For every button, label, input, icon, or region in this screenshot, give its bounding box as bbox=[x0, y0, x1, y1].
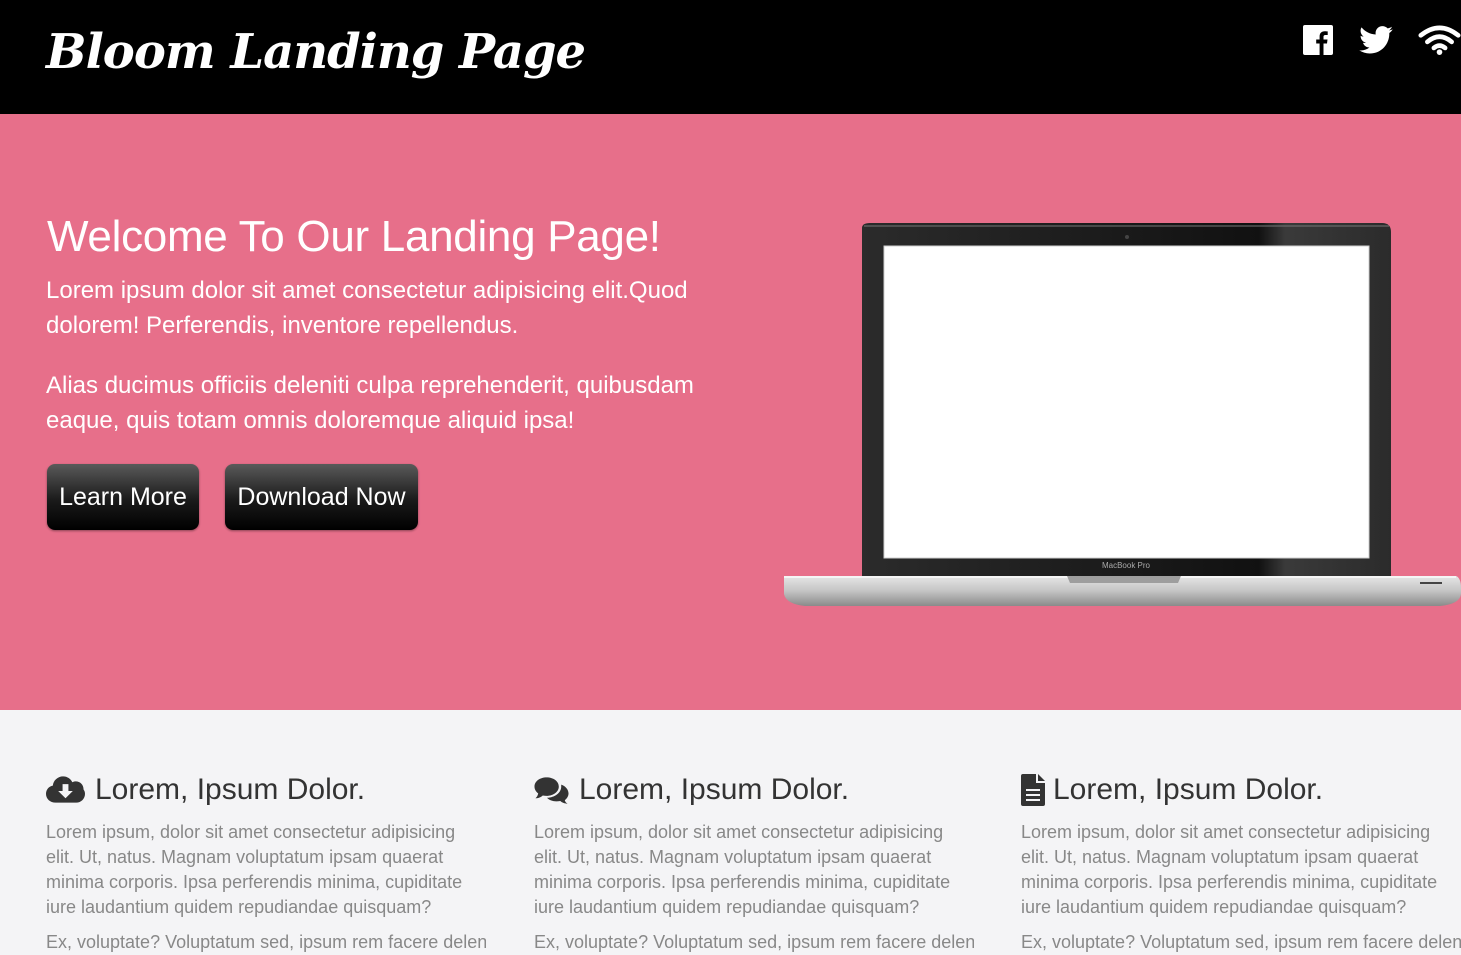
laptop-image: MacBook Pro bbox=[780, 220, 1461, 617]
feature-description: Lorem ipsum, dolor sit amet consectetur … bbox=[46, 822, 463, 917]
comments-icon bbox=[534, 776, 569, 804]
learn-more-button[interactable]: Learn More bbox=[47, 464, 199, 530]
hero-section: Welcome To Our Landing Page! Lorem ipsum… bbox=[0, 114, 1461, 710]
hero-paragraph-1: Lorem ipsum dolor sit amet consectetur a… bbox=[46, 277, 688, 339]
feature-title: Lorem, Ipsum Dolor. bbox=[579, 773, 850, 806]
feature-description: Lorem ipsum, dolor sit amet consectetur … bbox=[534, 822, 951, 917]
facebook-icon[interactable] bbox=[1302, 24, 1334, 56]
feature-card-1: Lorem, Ipsum Dolor. Lorem ipsum, dolor s… bbox=[46, 772, 486, 955]
wifi-icon[interactable] bbox=[1418, 24, 1461, 56]
feature-description: Lorem ipsum, dolor sit amet consectetur … bbox=[1021, 822, 1438, 917]
cloud-download-icon bbox=[46, 776, 85, 804]
feature-description-more: Ex, voluptate? Voluptatum sed, ipsum rem… bbox=[534, 932, 974, 952]
logo[interactable]: Bloom Landing Page bbox=[46, 24, 586, 80]
site-header: Bloom Landing Page bbox=[0, 0, 1461, 114]
feature-card-2: Lorem, Ipsum Dolor. Lorem ipsum, dolor s… bbox=[534, 772, 974, 955]
download-now-button[interactable]: Download Now bbox=[225, 464, 418, 530]
hero-paragraph-2: Alias ducimus officiis deleniti culpa re… bbox=[46, 372, 694, 434]
features-section: Lorem, Ipsum Dolor. Lorem ipsum, dolor s… bbox=[0, 710, 1461, 952]
feature-title: Lorem, Ipsum Dolor. bbox=[95, 773, 366, 806]
feature-description-more: Ex, voluptate? Voluptatum sed, ipsum rem… bbox=[1021, 932, 1461, 952]
hero-title: Welcome To Our Landing Page! bbox=[47, 212, 661, 261]
file-text-icon bbox=[1021, 774, 1045, 806]
laptop-screen bbox=[883, 245, 1370, 559]
laptop-caption: MacBook Pro bbox=[1102, 561, 1151, 570]
feature-card-3: Lorem, Ipsum Dolor. Lorem ipsum, dolor s… bbox=[1021, 772, 1461, 955]
twitter-icon[interactable] bbox=[1358, 24, 1394, 56]
laptop-base bbox=[784, 576, 1461, 606]
feature-title: Lorem, Ipsum Dolor. bbox=[1053, 773, 1324, 806]
feature-description-more: Ex, voluptate? Voluptatum sed, ipsum rem… bbox=[46, 932, 486, 952]
